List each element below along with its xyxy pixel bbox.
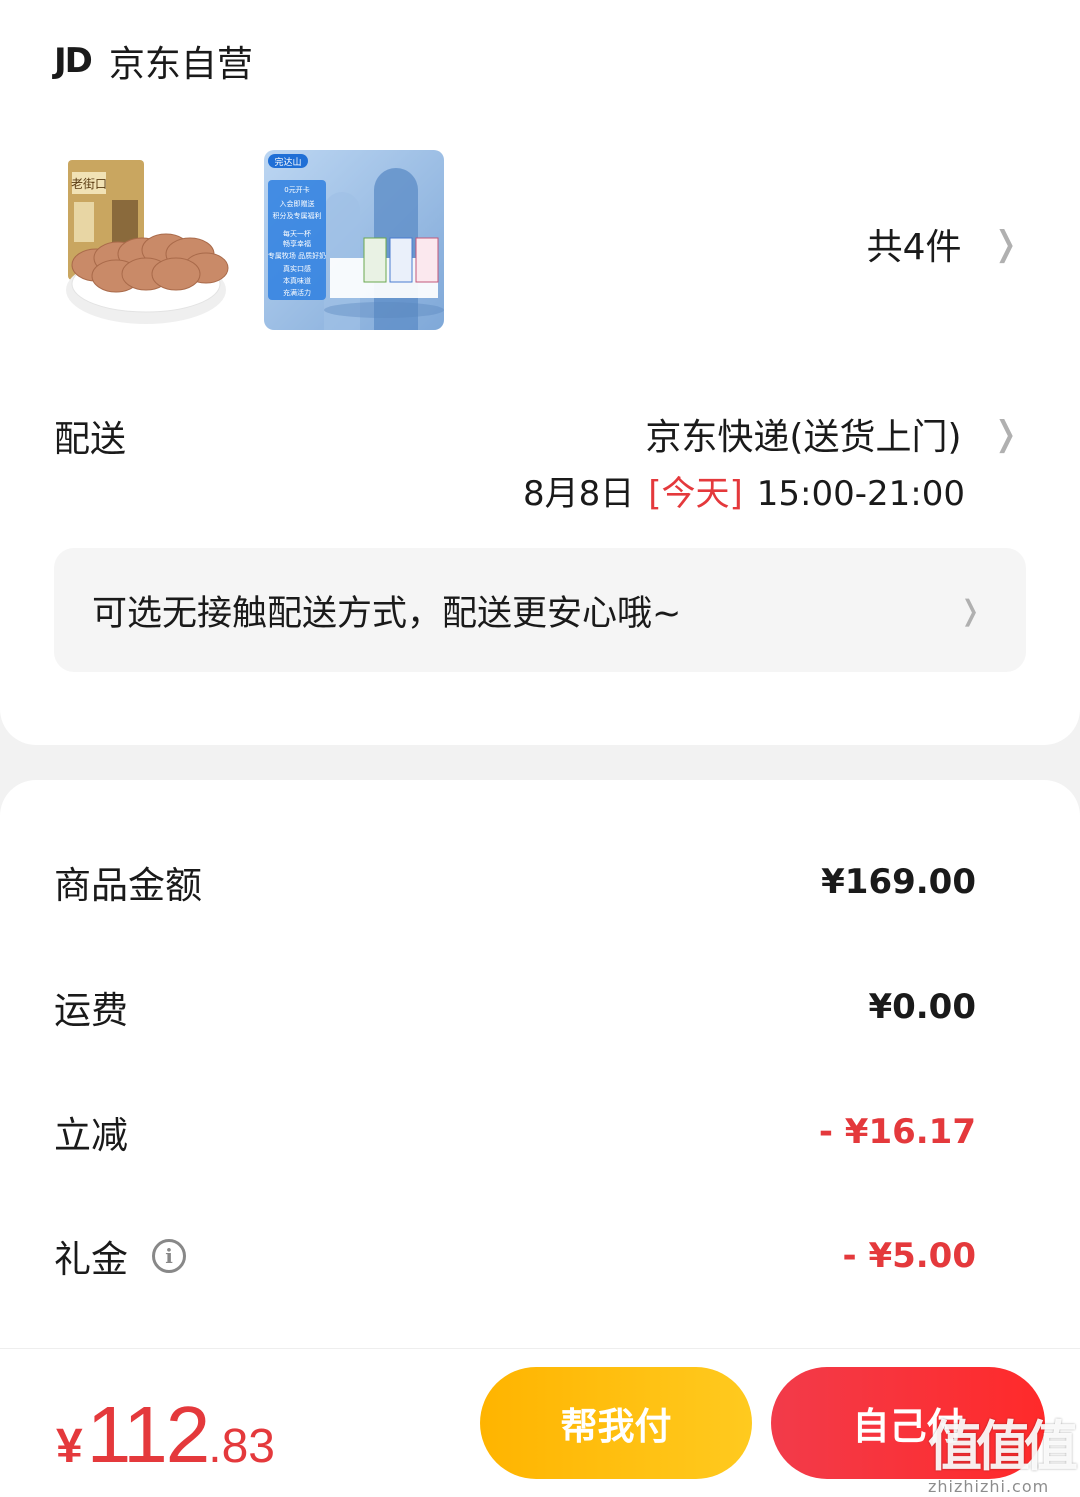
fee-value: ¥0.00	[868, 987, 976, 1027]
currency-symbol: ¥	[56, 1420, 83, 1473]
svg-text:积分及专属福利: 积分及专属福利	[273, 211, 322, 220]
product-thumbnail-biscuits[interactable]: 老街口	[56, 150, 236, 330]
fee-label: 立减	[54, 1114, 128, 1157]
site-watermark: 值值值 zhizhizhi.com	[928, 1402, 1078, 1496]
watermark-logo: 值值值	[928, 1415, 1078, 1478]
total-integer: 112	[86, 1390, 211, 1479]
delivery-method-link[interactable]: 京东快递(送货上门) ❭	[645, 408, 1020, 460]
order-card: JD 京东自营 老街口 完达山 0元开卡 入会即赠送 积分及专属福利 每天一杯 …	[0, 0, 1080, 745]
fee-row-gift: 礼金 i - ¥5.00	[54, 1226, 976, 1286]
chevron-right-icon: ❭	[958, 593, 982, 627]
info-icon[interactable]: i	[152, 1239, 186, 1273]
svg-text:畅享幸福: 畅享幸福	[283, 239, 311, 248]
total-decimal: .83	[208, 1420, 275, 1473]
svg-text:0元开卡: 0元开卡	[284, 185, 309, 194]
svg-text:专属牧场 品质好奶: 专属牧场 品质好奶	[268, 251, 326, 260]
delivery-time[interactable]: 8月8日 [今天] 15:00-21:00	[523, 466, 965, 515]
product-count-link[interactable]: 共4件 ❭	[867, 218, 1020, 270]
fee-label: 运费	[54, 989, 128, 1032]
contactless-delivery-notice[interactable]: 可选无接触配送方式，配送更安心哦~ ❭	[54, 548, 1026, 672]
svg-text:入会即赠送: 入会即赠送	[280, 199, 315, 208]
milk-brand-badge: 完达山	[274, 156, 301, 168]
jd-logo: JD	[54, 41, 93, 81]
shop-name: 京东自营	[108, 44, 253, 85]
shop-header: JD 京东自营	[54, 36, 253, 86]
chevron-right-icon: ❭	[991, 414, 1021, 454]
product-count: 共4件	[866, 227, 962, 268]
svg-text:充满活力: 充满活力	[283, 288, 311, 297]
fee-label: 礼金	[54, 1238, 128, 1281]
delivery-time-range: 15:00-21:00	[756, 474, 965, 514]
fee-value: - ¥5.00	[842, 1236, 977, 1276]
delivery-today-tag: [今天]	[648, 474, 743, 514]
delivery-label: 配送	[54, 419, 127, 460]
fee-value: ¥169.00	[821, 862, 976, 902]
delivery-method: 京东快递(送货上门)	[645, 417, 962, 458]
fee-row-shipping: 运费 ¥0.00	[54, 977, 976, 1037]
delivery-date: 8月8日	[522, 474, 635, 514]
fee-label: 商品金额	[54, 864, 202, 907]
biscuit-brand-text: 老街口	[71, 177, 107, 191]
product-thumbnail-milk[interactable]: 完达山 0元开卡 入会即赠送 积分及专属福利 每天一杯 畅享幸福 专属牧场 品质…	[264, 150, 444, 330]
fee-value: - ¥16.17	[818, 1112, 976, 1152]
svg-text:每天一杯: 每天一杯	[283, 229, 311, 238]
svg-text:真实口感: 真实口感	[283, 264, 311, 273]
notice-text: 可选无接触配送方式，配送更安心哦~	[92, 593, 682, 634]
fee-row-discount: 立减 - ¥16.17	[54, 1102, 976, 1162]
fee-row-goods: 商品金额 ¥169.00	[54, 852, 976, 912]
svg-text:本真味道: 本真味道	[283, 276, 311, 285]
help-me-pay-button[interactable]: 帮我付	[480, 1367, 752, 1479]
checkout-bar: ¥ 112 .83 帮我付 自己付	[0, 1348, 1080, 1497]
total-price: ¥ 112 .83	[56, 1389, 275, 1481]
chevron-right-icon: ❭	[991, 224, 1021, 264]
